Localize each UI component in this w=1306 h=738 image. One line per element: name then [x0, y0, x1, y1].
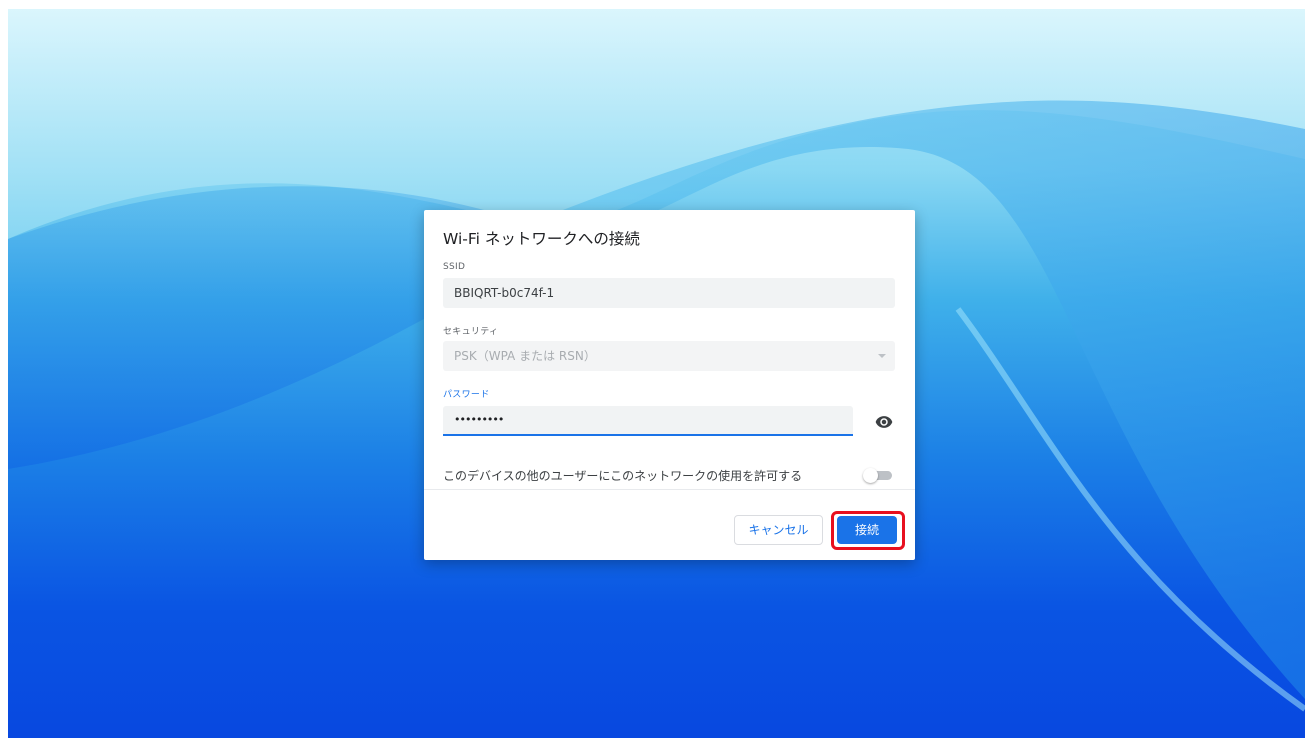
security-select-value: PSK（WPA または RSN）: [454, 349, 596, 363]
eye-icon[interactable]: [874, 412, 894, 432]
share-network-label: このデバイスの他のユーザーにこのネットワークの使用を許可する: [443, 469, 803, 483]
ssid-label: SSID: [443, 262, 466, 272]
password-field[interactable]: •••••••••: [443, 406, 853, 436]
connect-button[interactable]: 接続: [837, 516, 897, 544]
chevron-down-icon: [878, 354, 886, 358]
cancel-button[interactable]: キャンセル: [734, 515, 823, 545]
security-label: セキュリティ: [443, 327, 499, 337]
security-select[interactable]: PSK（WPA または RSN）: [443, 341, 895, 371]
password-label: パスワード: [443, 390, 490, 400]
wifi-connect-dialog: Wi-Fi ネットワークへの接続 SSID BBIQRT-b0c74f-1 セキ…: [424, 210, 915, 560]
share-network-toggle[interactable]: [861, 467, 895, 485]
toggle-knob: [863, 468, 878, 483]
dialog-divider: [424, 489, 915, 490]
ssid-field[interactable]: BBIQRT-b0c74f-1: [443, 278, 895, 308]
dialog-title: Wi-Fi ネットワークへの接続: [443, 230, 640, 248]
desktop-wallpaper: Wi-Fi ネットワークへの接続 SSID BBIQRT-b0c74f-1 セキ…: [8, 9, 1305, 738]
